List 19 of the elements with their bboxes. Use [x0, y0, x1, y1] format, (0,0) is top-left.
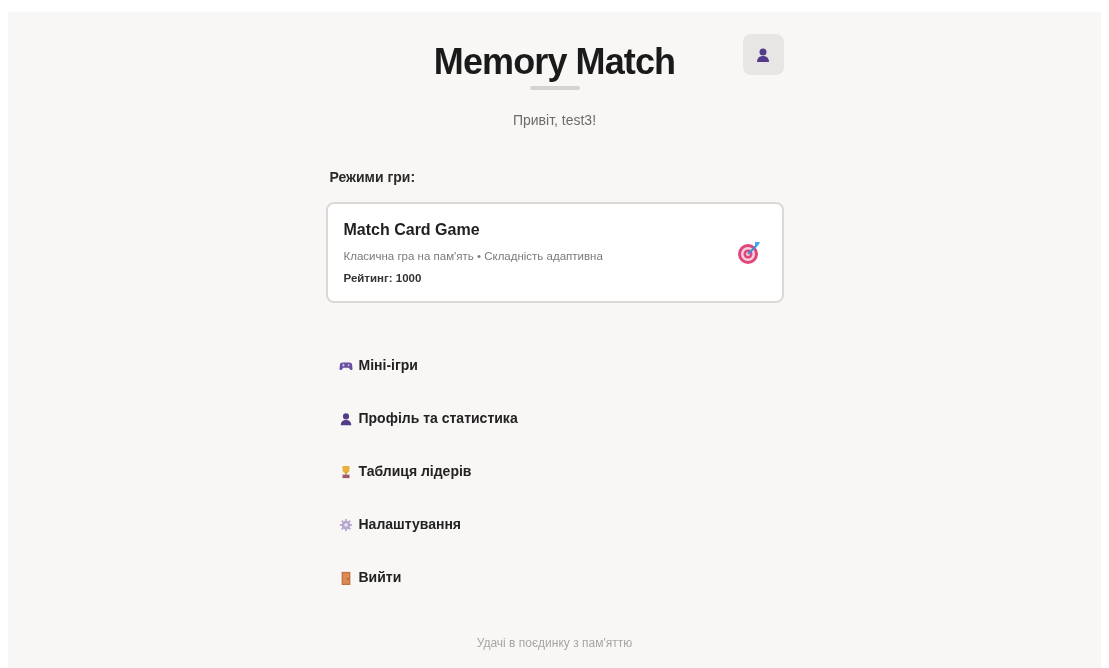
target-icon [735, 239, 762, 266]
app-title: Memory Match [433, 40, 676, 84]
person-icon [755, 46, 771, 63]
menu-item[interactable]: Профіль та статистика [325, 392, 784, 445]
section-heading: Режими гри: [329, 168, 417, 187]
profile-button[interactable] [742, 34, 784, 75]
gear-icon [338, 517, 353, 532]
menu-item[interactable]: Вийти [325, 551, 784, 604]
game-description: Класична гра на пам'ять • Складність адаптивна [343, 249, 603, 265]
footer-text: Удачі в поєдинку з пам'яттю [475, 635, 634, 652]
game-mode-card[interactable]: Match Card Game Класична гра на пам'ять • Складність адаптивна Рейтинг: 1000 [325, 202, 784, 303]
title-underline [529, 86, 580, 90]
greeting-text: Привіт, test3! [512, 111, 597, 130]
menu-item[interactable]: Таблиця лідерів [325, 445, 784, 498]
game-rating: Рейтинг: 1000 [343, 270, 423, 286]
person-icon [338, 411, 353, 426]
menu-item[interactable]: Міні-ігри [325, 339, 784, 392]
game-title: Match Card Game [343, 220, 481, 241]
menu-item[interactable]: Налаштування [325, 498, 784, 551]
